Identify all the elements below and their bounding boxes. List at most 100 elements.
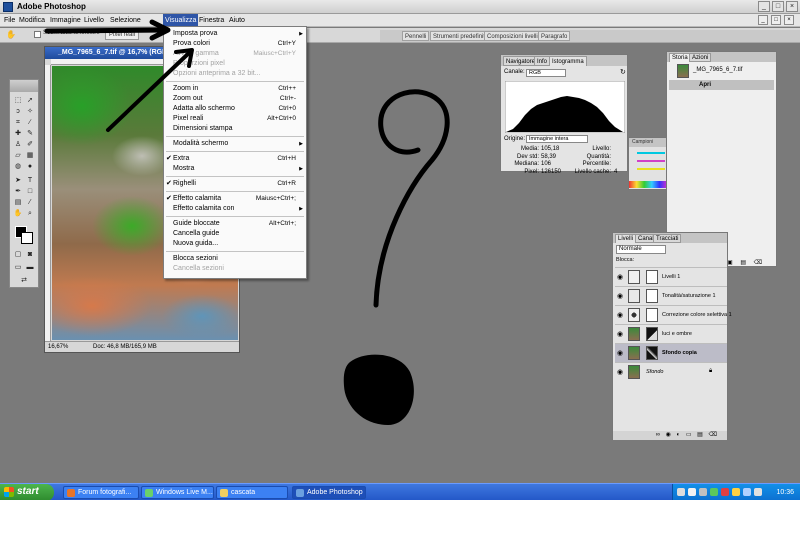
layer-row[interactable]: ◉ Tonalità/saturazione 1 bbox=[615, 286, 727, 305]
doc-close-button[interactable]: × bbox=[784, 15, 794, 25]
notes-tool-icon[interactable]: ▤ bbox=[13, 198, 23, 207]
menu-item-nuova-guida[interactable]: Nuova guida... bbox=[164, 239, 306, 249]
type-tool-icon[interactable]: T bbox=[25, 176, 35, 185]
menu-item-guide-bloccate[interactable]: Guide bloccate Alt+Ctrl+; bbox=[164, 219, 306, 229]
path-selection-tool-icon[interactable]: ➤ bbox=[13, 176, 23, 185]
layer-mask-thumbnail[interactable] bbox=[646, 308, 658, 322]
channel-select[interactable]: RGB bbox=[526, 69, 566, 77]
cyan-slider[interactable] bbox=[637, 152, 665, 154]
color-ramp[interactable] bbox=[629, 181, 667, 188]
layer-row-selected[interactable]: ◉ Sfondo copia bbox=[615, 343, 727, 362]
layer-row[interactable]: ◉ Livelli 1 bbox=[615, 267, 727, 286]
history-brush-tool-icon[interactable]: ✐ bbox=[25, 140, 35, 149]
shape-tool-icon[interactable]: □ bbox=[25, 187, 35, 196]
menu-item-pixel-reali[interactable]: Pixel reali Alt+Ctrl+0 bbox=[164, 114, 306, 124]
layer-row[interactable]: ◉ Correzione colore selettiva 1 bbox=[615, 305, 732, 324]
menu-immagine[interactable]: Immagine bbox=[48, 14, 83, 27]
menu-item-modalita-schermo[interactable]: Modalità schermo ▶ bbox=[164, 139, 306, 149]
menu-item-blocca-sezioni[interactable]: Blocca sezioni bbox=[164, 254, 306, 264]
move-tool-icon[interactable]: ➚ bbox=[25, 96, 35, 105]
menu-item-adatta-allo-schermo[interactable]: Adatta allo schermo Ctrl+0 bbox=[164, 104, 306, 114]
eyedropper-tool-icon[interactable]: ⁄ bbox=[25, 198, 35, 207]
marquee-tool-icon[interactable]: ⬚ bbox=[13, 96, 23, 105]
tab-histogram[interactable]: Istogramma bbox=[549, 56, 587, 66]
tray-icon[interactable] bbox=[688, 488, 696, 496]
doc-minimize-button[interactable]: _ bbox=[758, 15, 768, 25]
palette-well-tab-tool-presets[interactable]: Strumenti predefiniti bbox=[430, 31, 490, 41]
palette-well-tab-layer-comps[interactable]: Composizioni livelli bbox=[484, 31, 541, 41]
layer-row[interactable]: ◉ luci e ombre bbox=[615, 324, 727, 343]
eye-icon[interactable]: ◉ bbox=[617, 350, 623, 357]
menu-item-zoom-out[interactable]: Zoom out Ctrl+- bbox=[164, 94, 306, 104]
zoom-tool-icon[interactable]: ⌕ bbox=[25, 209, 35, 218]
layer-mask-thumbnail[interactable] bbox=[646, 327, 658, 341]
background-color-swatch[interactable] bbox=[21, 232, 33, 244]
layer-mask-thumbnail[interactable] bbox=[646, 270, 658, 284]
standard-mode-icon[interactable]: ▢ bbox=[13, 250, 23, 259]
eye-icon[interactable]: ◉ bbox=[617, 293, 623, 300]
refresh-icon[interactable]: ↻ bbox=[620, 68, 626, 76]
zoom-level[interactable]: 16,67% bbox=[48, 342, 68, 352]
tab-layers[interactable]: Livelli bbox=[615, 234, 637, 243]
history-footer-icons[interactable]: ▣ ▤ ⌫ bbox=[727, 259, 765, 266]
pen-tool-icon[interactable]: ✒ bbox=[13, 187, 23, 196]
tab-info[interactable]: Info bbox=[534, 56, 551, 66]
close-button[interactable]: × bbox=[786, 1, 798, 12]
menu-item-zoom-in[interactable]: Zoom in Ctrl++ bbox=[164, 84, 306, 94]
history-snapshot-thumbnail[interactable] bbox=[677, 64, 689, 78]
tray-icon[interactable] bbox=[710, 488, 718, 496]
jump-to-imageready-icon[interactable]: ⇄ bbox=[19, 276, 29, 285]
magic-wand-tool-icon[interactable]: ✧ bbox=[25, 107, 35, 116]
menu-file[interactable]: File bbox=[2, 14, 17, 27]
tab-swatches[interactable]: Campioni bbox=[629, 138, 667, 147]
hand-tool-icon[interactable]: ✋ bbox=[13, 209, 23, 218]
taskbar-item-photoshop[interactable]: Adobe Photoshop bbox=[292, 486, 366, 499]
menu-item-effetto-calamita[interactable]: ✔ Effetto calamita Maiusc+Ctrl+; bbox=[164, 194, 306, 204]
tray-icon[interactable] bbox=[677, 488, 685, 496]
dodge-tool-icon[interactable]: ● bbox=[25, 162, 35, 171]
doc-restore-button[interactable]: □ bbox=[771, 15, 781, 25]
slice-tool-icon[interactable]: ∕ bbox=[25, 118, 35, 127]
palette-well-tab-brushes[interactable]: Pennelli bbox=[402, 31, 430, 41]
blend-mode-select[interactable]: Normale bbox=[616, 245, 666, 254]
tab-history[interactable]: Storia bbox=[669, 53, 691, 62]
clone-stamp-tool-icon[interactable]: ♙ bbox=[13, 140, 23, 149]
taskbar-item-forum[interactable]: Forum fotografi... bbox=[63, 486, 139, 499]
eye-icon[interactable]: ◉ bbox=[617, 312, 623, 319]
lasso-tool-icon[interactable]: ↄ bbox=[13, 107, 23, 116]
eye-icon[interactable]: ◉ bbox=[617, 369, 623, 376]
layer-mask-thumbnail[interactable] bbox=[646, 346, 658, 360]
tab-navigator[interactable]: Navigatore bbox=[503, 56, 539, 66]
menu-livello[interactable]: Livello bbox=[82, 14, 106, 27]
screen-mode-standard-icon[interactable]: ▭ bbox=[13, 263, 23, 272]
network-icon[interactable] bbox=[743, 488, 751, 496]
layer-mask-thumbnail[interactable] bbox=[646, 289, 658, 303]
tray-icon[interactable] bbox=[699, 488, 707, 496]
layers-footer-icons[interactable]: ∞ ◉ ◐ ▭ ▤ ⌫ bbox=[613, 431, 727, 440]
tray-icon[interactable] bbox=[732, 488, 740, 496]
menu-item-effetto-calamita-con[interactable]: Effetto calamita con ▶ bbox=[164, 204, 306, 214]
quick-mask-mode-icon[interactable]: ◙ bbox=[25, 250, 35, 259]
maximize-button[interactable]: □ bbox=[772, 1, 784, 12]
blur-tool-icon[interactable]: ◍ bbox=[13, 162, 23, 171]
taskbar-item-windows-live[interactable]: Windows Live M... bbox=[141, 486, 214, 499]
gradient-tool-icon[interactable]: ▦ bbox=[25, 151, 35, 160]
eye-icon[interactable]: ◉ bbox=[617, 331, 623, 338]
magenta-slider[interactable] bbox=[637, 160, 665, 162]
layer-row[interactable]: ◉ Sfondo 🔒︎ bbox=[615, 362, 727, 381]
volume-icon[interactable] bbox=[754, 488, 762, 496]
vertical-ruler[interactable] bbox=[45, 65, 51, 341]
menu-item-extra[interactable]: ✔ Extra Ctrl+H bbox=[164, 154, 306, 164]
shield-icon[interactable] bbox=[721, 488, 729, 496]
taskbar-item-cascata[interactable]: cascata bbox=[216, 486, 288, 499]
start-button[interactable]: start bbox=[0, 484, 54, 500]
menu-item-righelli[interactable]: ✔ Righelli Ctrl+R bbox=[164, 179, 306, 189]
menu-modifica[interactable]: Modifica bbox=[17, 14, 47, 27]
menu-item-cancella-guide[interactable]: Cancella guide bbox=[164, 229, 306, 239]
menu-item-dimensioni-stampa[interactable]: Dimensioni stampa bbox=[164, 124, 306, 134]
menu-selezione[interactable]: Selezione bbox=[108, 14, 143, 27]
crop-tool-icon[interactable]: ⌗ bbox=[13, 118, 23, 127]
minimize-button[interactable]: _ bbox=[758, 1, 770, 12]
menu-item-imposta-prova[interactable]: Imposta prova ▶ bbox=[164, 29, 306, 39]
clock[interactable]: 10:36 bbox=[776, 484, 794, 500]
